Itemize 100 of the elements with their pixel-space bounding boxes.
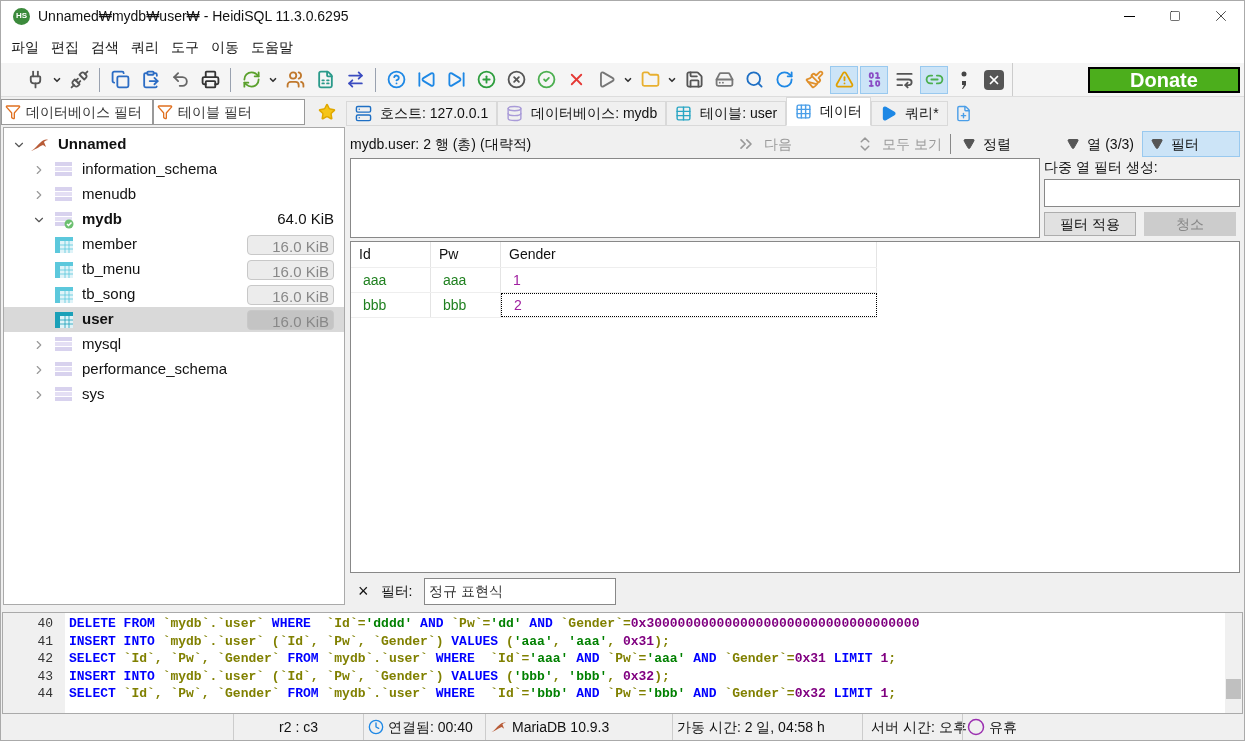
window-title: Unnamed₩mydb₩user₩ - HeidiSQL 11.3.0.6295: [38, 6, 349, 26]
toolbar-button[interactable]: 정렬: [955, 131, 1020, 157]
tab[interactable]: 데이터베이스: mydb: [497, 101, 667, 126]
tab[interactable]: 쿼리*: [871, 101, 948, 126]
line-number: 43: [36, 667, 54, 685]
copy-icon: [110, 70, 130, 89]
size-bar: 16.0 KiB: [247, 234, 334, 255]
transfer-icon: [345, 70, 365, 89]
idle-icon: [967, 718, 985, 736]
menu-item[interactable]: 파일: [5, 36, 45, 58]
check-icon: [536, 70, 556, 89]
filter-editor[interactable]: [350, 158, 1040, 238]
table-cell[interactable]: 2: [501, 293, 877, 317]
table-cell[interactable]: bbb: [431, 293, 501, 317]
database-icon: [506, 105, 524, 122]
table-icon: [54, 285, 74, 304]
column-header[interactable]: Id: [351, 242, 431, 267]
table-cell[interactable]: aaa: [351, 268, 431, 292]
menu-item[interactable]: 편집: [45, 36, 85, 58]
minimize-icon: [1123, 15, 1135, 17]
menu-item[interactable]: 쿼리: [125, 36, 165, 58]
database-filter-field[interactable]: 데이터베이스 필터: [1, 98, 153, 125]
tree-item[interactable]: tb_song 16.0 KiB: [4, 282, 344, 307]
semicolon-icon: [960, 70, 968, 89]
sql-line: SELECT `Id`, `Pw`, `Gender` FROM `mydb`.`user` WHERE `Id`='bbb' AND `Pw`='bbb' AND `Gender`=0x32 LIMIT 1;: [69, 685, 898, 703]
toolbar-button[interactable]: 필터: [1142, 131, 1240, 157]
tree-item[interactable]: Unnamed: [4, 132, 344, 157]
table-cell[interactable]: aaa: [431, 268, 501, 292]
app-logo: HS: [13, 7, 30, 25]
tree-item[interactable]: performance_schema: [4, 357, 344, 382]
tree-item[interactable]: member 16.0 KiB: [4, 232, 344, 257]
grid-icon: [795, 103, 813, 120]
line-number: 42: [36, 650, 54, 668]
scrollbar[interactable]: [1225, 613, 1242, 713]
tree-item[interactable]: menudb: [4, 182, 344, 207]
unplug-icon: [69, 70, 89, 89]
table-cell[interactable]: 1: [501, 268, 877, 292]
toolbar-button[interactable]: 열 (3/3): [1059, 131, 1142, 157]
table-filter-field[interactable]: 테이블 필터: [153, 98, 305, 125]
menu-item[interactable]: 검색: [85, 36, 125, 58]
menu-item[interactable]: 도움말: [245, 36, 299, 58]
play-icon: [880, 105, 898, 122]
users-icon: [285, 70, 305, 89]
down-triangle-icon: [963, 138, 976, 150]
clock-icon: [368, 719, 384, 735]
database-icon: [54, 385, 74, 404]
tab[interactable]: 데이터: [786, 97, 872, 126]
tree-item[interactable]: mysql: [4, 332, 344, 357]
undo-icon: [170, 70, 190, 89]
tree-item[interactable]: mydb 64.0 KiB: [4, 207, 344, 232]
maximize-icon: [1169, 10, 1181, 22]
close-filter-button[interactable]: ×: [358, 582, 369, 600]
toolbar-button[interactable]: [860, 65, 888, 94]
tree-item[interactable]: user 16.0 KiB: [4, 307, 344, 332]
filter-label: 필터:: [380, 581, 413, 601]
filter-icon: [5, 103, 21, 120]
database-icon: [54, 160, 74, 179]
column-header[interactable]: Pw: [431, 242, 501, 267]
apply-filter-button[interactable]: 필터 적용: [1044, 212, 1136, 236]
folder-icon: [640, 70, 660, 89]
column-header[interactable]: Gender: [501, 242, 877, 267]
line-number: 40: [36, 615, 54, 633]
quick-filter-field[interactable]: 정규 표현식: [424, 577, 617, 605]
table-icon: [54, 235, 74, 254]
multi-filter-field[interactable]: [1044, 179, 1240, 207]
menu-item[interactable]: 이동: [205, 36, 245, 58]
brush-icon: [804, 70, 824, 89]
tree-item[interactable]: sys: [4, 382, 344, 407]
table-icon: [54, 310, 74, 329]
tree-item[interactable]: tb_menu 16.0 KiB: [4, 257, 344, 282]
table-cell[interactable]: bbb: [351, 293, 431, 317]
add-icon: [476, 70, 496, 89]
dolphin-icon: [490, 721, 508, 733]
line-number: 41: [36, 632, 54, 650]
tree-item[interactable]: information_schema: [4, 157, 344, 182]
tab[interactable]: 호스트: 127.0.0.1: [346, 101, 498, 126]
tab[interactable]: 테이블: user: [666, 101, 787, 126]
row-count-label: mydb.user: 2 행 (총) (대략적): [350, 134, 532, 154]
table-icon: [54, 260, 74, 279]
sql-line: INSERT INTO `mydb`.`user` (`Id`, `Pw`, `Gender`) VALUES ('bbb', 'bbb', 0x32);: [69, 667, 671, 685]
database-icon: [54, 335, 74, 354]
drive-icon: [714, 70, 734, 89]
status-text: 유휴: [989, 717, 1017, 737]
menu-item[interactable]: 도구: [165, 36, 205, 58]
wrap-icon: [894, 70, 914, 89]
database-icon: [54, 210, 74, 229]
sql-line: SELECT `Id`, `Pw`, `Gender` FROM `mydb`.`user` WHERE `Id`='aaa' AND `Pw`='aaa' AND `Gender`=0x31 LIMIT 1;: [69, 650, 898, 668]
status-text: 가동 시간: 2 일, 04:58 h: [677, 717, 825, 737]
table-icon: [675, 105, 693, 122]
multi-filter-label: 다중 열 필터 생성:: [1044, 158, 1159, 176]
close-icon: [984, 69, 1004, 90]
server-icon: [355, 105, 372, 122]
skip-back-icon: [416, 70, 436, 89]
printer-icon: [200, 70, 220, 89]
sql-line: INSERT INTO `mydb`.`user` (`Id`, `Pw`, `Gender`) VALUES ('aaa', 'aaa', 0x31);: [69, 632, 671, 650]
filter-icon: [157, 103, 173, 120]
database-icon: [54, 185, 74, 204]
spreadsheet-icon: [315, 70, 335, 89]
save-icon: [684, 70, 704, 89]
new-tab-icon: [955, 105, 973, 122]
